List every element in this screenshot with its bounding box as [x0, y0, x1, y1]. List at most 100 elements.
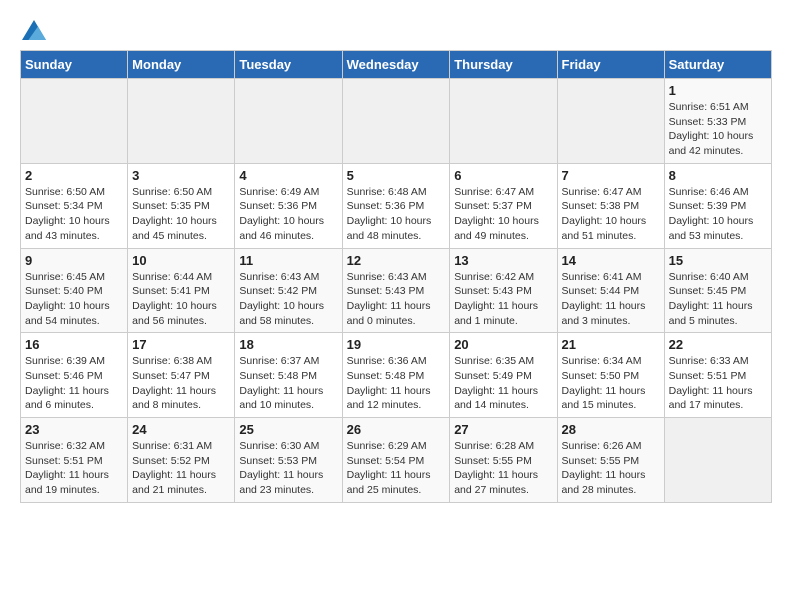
- day-info: Sunrise: 6:40 AM Sunset: 5:45 PM Dayligh…: [669, 270, 767, 329]
- day-number: 14: [562, 253, 660, 268]
- logo-icon: [22, 20, 46, 40]
- calendar-cell: 15 Sunrise: 6:40 AM Sunset: 5:45 PM Dayli…: [664, 248, 771, 333]
- calendar-cell: 12Sunrise: 6:43 AM Sunset: 5:43 PM Dayli…: [342, 248, 450, 333]
- day-number: 27: [454, 422, 552, 437]
- calendar-cell: 24 Sunrise: 6:31 AM Sunset: 5:52 PM Dayli…: [128, 418, 235, 503]
- day-info: Sunrise: 6:47 AM Sunset: 5:37 PM Dayligh…: [454, 185, 552, 244]
- day-number: 6: [454, 168, 552, 183]
- day-info: Sunrise: 6:48 AM Sunset: 5:36 PM Dayligh…: [347, 185, 446, 244]
- day-number: 15: [669, 253, 767, 268]
- day-number: 2: [25, 168, 123, 183]
- logo: [20, 20, 46, 40]
- day-info: Sunrise: 6:32 AM Sunset: 5:51 PM Dayligh…: [25, 439, 123, 498]
- day-number: 10: [132, 253, 230, 268]
- calendar-cell: 13 Sunrise: 6:42 AM Sunset: 5:43 PM Dayli…: [450, 248, 557, 333]
- day-number: 22: [669, 337, 767, 352]
- calendar-cell: 21 Sunrise: 6:34 AM Sunset: 5:50 PM Dayli…: [557, 333, 664, 418]
- calendar-cell: 18 Sunrise: 6:37 AM Sunset: 5:48 PM Dayli…: [235, 333, 342, 418]
- day-number: 20: [454, 337, 552, 352]
- calendar-cell: [342, 79, 450, 164]
- calendar-cell: [450, 79, 557, 164]
- calendar-cell: 28Sunrise: 6:26 AM Sunset: 5:55 PM Dayli…: [557, 418, 664, 503]
- day-number: 4: [239, 168, 337, 183]
- calendar-cell: 3 Sunrise: 6:50 AM Sunset: 5:35 PM Daylig…: [128, 163, 235, 248]
- day-info: Sunrise: 6:29 AM Sunset: 5:54 PM Dayligh…: [347, 439, 446, 498]
- calendar-cell: [664, 418, 771, 503]
- weekday-header-saturday: Saturday: [664, 51, 771, 79]
- day-info: Sunrise: 6:38 AM Sunset: 5:47 PM Dayligh…: [132, 354, 230, 413]
- calendar-cell: 19 Sunrise: 6:36 AM Sunset: 5:48 PM Dayli…: [342, 333, 450, 418]
- calendar-cell: 4Sunrise: 6:49 AM Sunset: 5:36 PM Daylig…: [235, 163, 342, 248]
- day-number: 17: [132, 337, 230, 352]
- day-info: Sunrise: 6:39 AM Sunset: 5:46 PM Dayligh…: [25, 354, 123, 413]
- calendar-cell: 8Sunrise: 6:46 AM Sunset: 5:39 PM Daylig…: [664, 163, 771, 248]
- day-number: 11: [239, 253, 337, 268]
- day-info: Sunrise: 6:35 AM Sunset: 5:49 PM Dayligh…: [454, 354, 552, 413]
- calendar-cell: 11 Sunrise: 6:43 AM Sunset: 5:42 PM Dayli…: [235, 248, 342, 333]
- day-number: 24: [132, 422, 230, 437]
- calendar-cell: 17 Sunrise: 6:38 AM Sunset: 5:47 PM Dayli…: [128, 333, 235, 418]
- day-info: Sunrise: 6:34 AM Sunset: 5:50 PM Dayligh…: [562, 354, 660, 413]
- calendar-header-row: SundayMondayTuesdayWednesdayThursdayFrid…: [21, 51, 772, 79]
- calendar-cell: 5 Sunrise: 6:48 AM Sunset: 5:36 PM Daylig…: [342, 163, 450, 248]
- weekday-header-tuesday: Tuesday: [235, 51, 342, 79]
- day-number: 16: [25, 337, 123, 352]
- day-info: Sunrise: 6:50 AM Sunset: 5:34 PM Dayligh…: [25, 185, 123, 244]
- day-number: 5: [347, 168, 446, 183]
- day-info: Sunrise: 6:47 AM Sunset: 5:38 PM Dayligh…: [562, 185, 660, 244]
- day-number: 12: [347, 253, 446, 268]
- day-number: 25: [239, 422, 337, 437]
- calendar-cell: [235, 79, 342, 164]
- calendar-cell: 26 Sunrise: 6:29 AM Sunset: 5:54 PM Dayli…: [342, 418, 450, 503]
- calendar-cell: 9 Sunrise: 6:45 AM Sunset: 5:40 PM Daylig…: [21, 248, 128, 333]
- weekday-header-thursday: Thursday: [450, 51, 557, 79]
- calendar-cell: [557, 79, 664, 164]
- day-info: Sunrise: 6:51 AM Sunset: 5:33 PM Dayligh…: [669, 100, 767, 159]
- calendar-cell: 16 Sunrise: 6:39 AM Sunset: 5:46 PM Dayli…: [21, 333, 128, 418]
- day-number: 26: [347, 422, 446, 437]
- day-info: Sunrise: 6:45 AM Sunset: 5:40 PM Dayligh…: [25, 270, 123, 329]
- day-info: Sunrise: 6:30 AM Sunset: 5:53 PM Dayligh…: [239, 439, 337, 498]
- day-number: 3: [132, 168, 230, 183]
- day-number: 7: [562, 168, 660, 183]
- calendar-cell: [128, 79, 235, 164]
- calendar-cell: 1 Sunrise: 6:51 AM Sunset: 5:33 PM Daylig…: [664, 79, 771, 164]
- day-number: 13: [454, 253, 552, 268]
- calendar-cell: 23 Sunrise: 6:32 AM Sunset: 5:51 PM Dayli…: [21, 418, 128, 503]
- calendar-cell: 22Sunrise: 6:33 AM Sunset: 5:51 PM Dayli…: [664, 333, 771, 418]
- calendar-cell: 6 Sunrise: 6:47 AM Sunset: 5:37 PM Daylig…: [450, 163, 557, 248]
- day-number: 21: [562, 337, 660, 352]
- day-number: 23: [25, 422, 123, 437]
- day-number: 9: [25, 253, 123, 268]
- day-info: Sunrise: 6:36 AM Sunset: 5:48 PM Dayligh…: [347, 354, 446, 413]
- day-info: Sunrise: 6:41 AM Sunset: 5:44 PM Dayligh…: [562, 270, 660, 329]
- calendar-cell: 2 Sunrise: 6:50 AM Sunset: 5:34 PM Daylig…: [21, 163, 128, 248]
- calendar-week-5: 23 Sunrise: 6:32 AM Sunset: 5:51 PM Dayli…: [21, 418, 772, 503]
- day-info: Sunrise: 6:28 AM Sunset: 5:55 PM Dayligh…: [454, 439, 552, 498]
- weekday-header-monday: Monday: [128, 51, 235, 79]
- calendar-cell: 27 Sunrise: 6:28 AM Sunset: 5:55 PM Dayli…: [450, 418, 557, 503]
- day-info: Sunrise: 6:46 AM Sunset: 5:39 PM Dayligh…: [669, 185, 767, 244]
- weekday-header-sunday: Sunday: [21, 51, 128, 79]
- day-number: 19: [347, 337, 446, 352]
- calendar-table: SundayMondayTuesdayWednesdayThursdayFrid…: [20, 50, 772, 503]
- calendar-cell: 7 Sunrise: 6:47 AM Sunset: 5:38 PM Daylig…: [557, 163, 664, 248]
- day-info: Sunrise: 6:44 AM Sunset: 5:41 PM Dayligh…: [132, 270, 230, 329]
- calendar-cell: 20 Sunrise: 6:35 AM Sunset: 5:49 PM Dayli…: [450, 333, 557, 418]
- calendar-cell: 10 Sunrise: 6:44 AM Sunset: 5:41 PM Dayli…: [128, 248, 235, 333]
- day-info: Sunrise: 6:42 AM Sunset: 5:43 PM Dayligh…: [454, 270, 552, 329]
- day-info: Sunrise: 6:31 AM Sunset: 5:52 PM Dayligh…: [132, 439, 230, 498]
- calendar-cell: 14 Sunrise: 6:41 AM Sunset: 5:44 PM Dayli…: [557, 248, 664, 333]
- day-number: 18: [239, 337, 337, 352]
- weekday-header-wednesday: Wednesday: [342, 51, 450, 79]
- calendar-week-4: 16 Sunrise: 6:39 AM Sunset: 5:46 PM Dayli…: [21, 333, 772, 418]
- calendar-cell: 25 Sunrise: 6:30 AM Sunset: 5:53 PM Dayli…: [235, 418, 342, 503]
- calendar-week-1: 1 Sunrise: 6:51 AM Sunset: 5:33 PM Daylig…: [21, 79, 772, 164]
- day-info: Sunrise: 6:43 AM Sunset: 5:42 PM Dayligh…: [239, 270, 337, 329]
- day-info: Sunrise: 6:26 AM Sunset: 5:55 PM Dayligh…: [562, 439, 660, 498]
- day-info: Sunrise: 6:50 AM Sunset: 5:35 PM Dayligh…: [132, 185, 230, 244]
- page-header: [20, 20, 772, 40]
- day-info: Sunrise: 6:37 AM Sunset: 5:48 PM Dayligh…: [239, 354, 337, 413]
- day-number: 1: [669, 83, 767, 98]
- calendar-week-3: 9 Sunrise: 6:45 AM Sunset: 5:40 PM Daylig…: [21, 248, 772, 333]
